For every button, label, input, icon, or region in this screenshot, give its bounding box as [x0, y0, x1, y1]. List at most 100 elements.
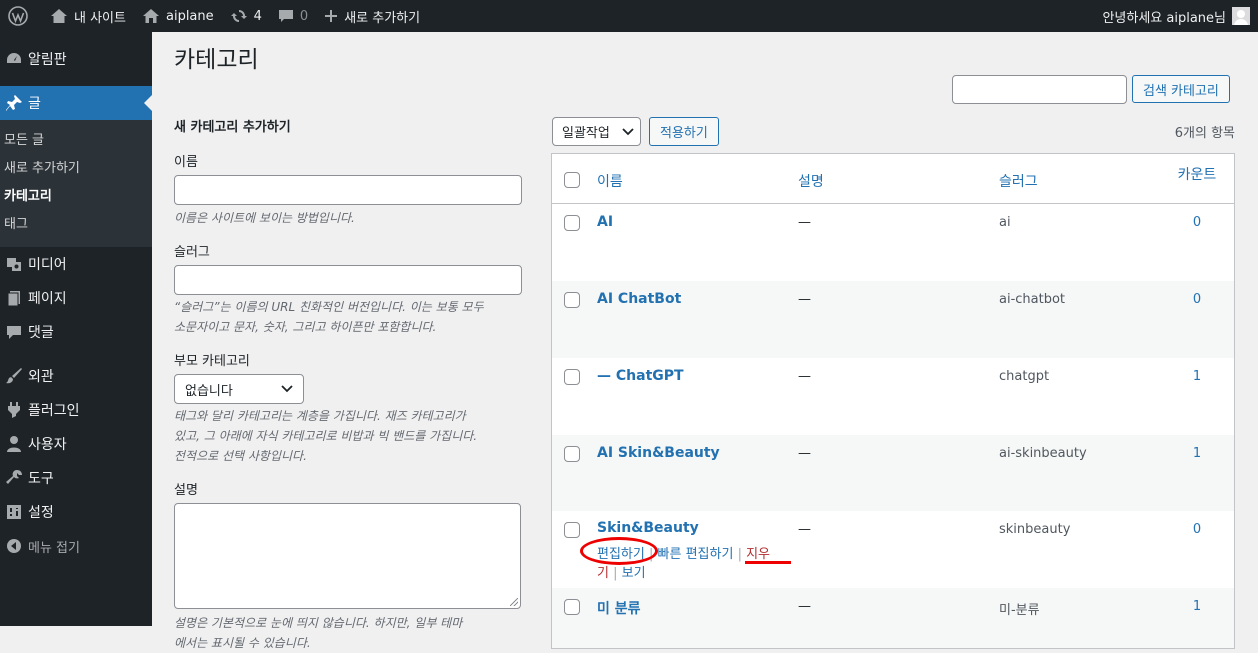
category-description: — [798, 599, 811, 614]
category-count-link[interactable]: 0 [1193, 292, 1201, 307]
updates-icon [230, 10, 247, 22]
wp-logo[interactable] [0, 0, 42, 32]
category-count-link[interactable]: 0 [1193, 522, 1201, 537]
menu-plugins[interactable]: 플러그인 [0, 393, 152, 427]
dashboard-icon [7, 53, 21, 63]
delete-link-wrap[interactable]: 기 [597, 566, 609, 581]
page-title: 카테고리 [174, 47, 259, 73]
column-description-header[interactable]: 설명 [798, 171, 824, 191]
table-row: AI — ai 0 [552, 204, 1234, 281]
my-account-link[interactable]: 안녕하세요 aiplane님 [1094, 0, 1254, 32]
collapse-menu-label: 메뉴 접기 [28, 540, 80, 556]
category-name-link[interactable]: 미 분류 [597, 601, 641, 617]
category-count-link[interactable]: 1 [1193, 369, 1201, 384]
quick-edit-link[interactable]: 빠른 편집하기 [658, 547, 734, 562]
categories-table: 이름 설명 슬러그 카운트 AI — ai 0 AI ChatBot — ai-… [551, 153, 1235, 649]
table-row: AI ChatBot — ai-chatbot 0 [552, 281, 1234, 358]
submenu-all-posts[interactable]: 모든 글 [0, 127, 152, 155]
bulk-actions-select[interactable]: 일괄작업 [552, 117, 641, 146]
table-row: AI Skin&Beauty — ai-skinbeauty 1 [552, 435, 1234, 511]
parent-select-value: 없습니다 [185, 383, 233, 399]
table-row: — ChatGPT — chatgpt 1 [552, 358, 1234, 435]
category-slug: chatgpt [999, 369, 1050, 384]
comments-count: 0 [299, 8, 309, 24]
greeting: 안녕하세요 aiplane님 [1102, 10, 1226, 26]
name-field[interactable] [174, 175, 522, 205]
apply-button[interactable]: 적용하기 [649, 117, 719, 146]
category-name-link[interactable]: AI Skin&Beauty [597, 445, 720, 461]
chevron-down-icon [281, 385, 293, 393]
category-slug: skinbeauty [999, 522, 1071, 537]
row-checkbox[interactable] [564, 369, 580, 385]
select-all-checkbox[interactable] [564, 172, 580, 188]
column-name-header[interactable]: 이름 [597, 171, 623, 191]
slug-field[interactable] [174, 265, 522, 295]
parent-help-line-1: 태그와 달리 카테고리는 계층을 가집니다. 재즈 카테고리가 [174, 409, 466, 423]
column-slug-header[interactable]: 슬러그 [999, 171, 1038, 191]
avatar [1232, 7, 1250, 25]
submenu-tags[interactable]: 태그 [0, 211, 152, 239]
category-count-link[interactable]: 1 [1193, 599, 1201, 614]
category-description: — [798, 446, 811, 461]
category-description: — [798, 215, 811, 230]
comment-icon [278, 10, 293, 22]
category-name-link[interactable]: Skin&Beauty [597, 520, 699, 536]
menu-settings[interactable]: 설정 [0, 495, 152, 529]
category-description: — [798, 369, 811, 384]
collapse-menu[interactable]: 메뉴 접기 [0, 529, 152, 563]
menu-dashboard-label: 알림판 [28, 52, 67, 68]
table-nav: 일괄작업 적용하기 6개의 항목 [552, 117, 1235, 146]
annotation-underline [745, 561, 791, 564]
slug-label: 슬러그 [174, 245, 210, 260]
view-link[interactable]: 보기 [622, 566, 646, 581]
updates-link[interactable]: 4 [222, 0, 270, 32]
category-name-link[interactable]: — ChatGPT [597, 368, 684, 384]
menu-posts[interactable]: 글 [0, 86, 152, 120]
search-input[interactable] [952, 75, 1127, 104]
category-description: — [798, 292, 811, 307]
row-checkbox[interactable] [564, 215, 580, 231]
menu-tools[interactable]: 도구 [0, 461, 152, 495]
menu-tools-label: 도구 [28, 471, 54, 487]
menu-comments[interactable]: 댓글 [0, 315, 152, 349]
row-checkbox[interactable] [564, 292, 580, 308]
new-content-link[interactable]: 새로 추가하기 [316, 0, 428, 32]
slug-help-line-2: 소문자이고 문자, 숫자, 그리고 하이픈만 포함합니다. [174, 320, 437, 334]
annotation-circle [580, 537, 658, 565]
menu-pages[interactable]: 페이지 [0, 281, 152, 315]
category-count-link[interactable]: 0 [1193, 215, 1201, 230]
comments-link[interactable]: 0 [270, 0, 316, 32]
category-count-link[interactable]: 1 [1193, 446, 1201, 461]
parent-select[interactable]: 없습니다 [174, 374, 304, 404]
user-site-link[interactable]: aiplane [134, 0, 222, 32]
row-checkbox[interactable] [564, 522, 580, 538]
posts-submenu: 모든 글 새로 추가하기 카테고리 태그 [0, 120, 152, 247]
column-count-header[interactable]: 카운트 [1172, 164, 1222, 184]
settings-icon [7, 505, 21, 519]
search-categories-button[interactable]: 검색 카테고리 [1132, 75, 1230, 103]
category-name-link[interactable]: AI [597, 214, 613, 230]
search-box: 검색 카테고리 [952, 75, 1230, 104]
menu-users[interactable]: 사용자 [0, 427, 152, 461]
delete-link[interactable]: 지우 [746, 547, 770, 562]
submenu-categories[interactable]: 카테고리 [0, 183, 152, 211]
row-checkbox[interactable] [564, 599, 580, 615]
menu-appearance[interactable]: 외관 [0, 359, 152, 393]
menu-media[interactable]: 미디어 [0, 247, 152, 281]
items-count: 6개의 항목 [1174, 126, 1235, 141]
submenu-add-new[interactable]: 새로 추가하기 [0, 155, 152, 183]
menu-settings-label: 설정 [28, 505, 54, 521]
row-checkbox[interactable] [564, 446, 580, 462]
category-name-link[interactable]: AI ChatBot [597, 291, 681, 307]
new-label: 새로 추가하기 [344, 10, 421, 26]
pin-icon [6, 95, 22, 111]
name-label: 이름 [174, 155, 198, 170]
site-name-link[interactable]: 내 사이트 [42, 0, 134, 32]
category-description: — [798, 522, 811, 537]
description-textarea[interactable] [174, 503, 521, 609]
menu-dashboard[interactable]: 알림판 [0, 42, 152, 76]
menu-comments-label: 댓글 [28, 325, 54, 341]
collapse-icon [7, 539, 21, 553]
slug-help-line-1: “슬러그”는 이름의 URL 친화적인 버전입니다. 이는 보통 모두 [174, 300, 484, 314]
parent-help-line-2: 있고, 그 아래에 자식 카테고리로 비밥과 빅 밴드를 가집니다. [174, 429, 478, 443]
